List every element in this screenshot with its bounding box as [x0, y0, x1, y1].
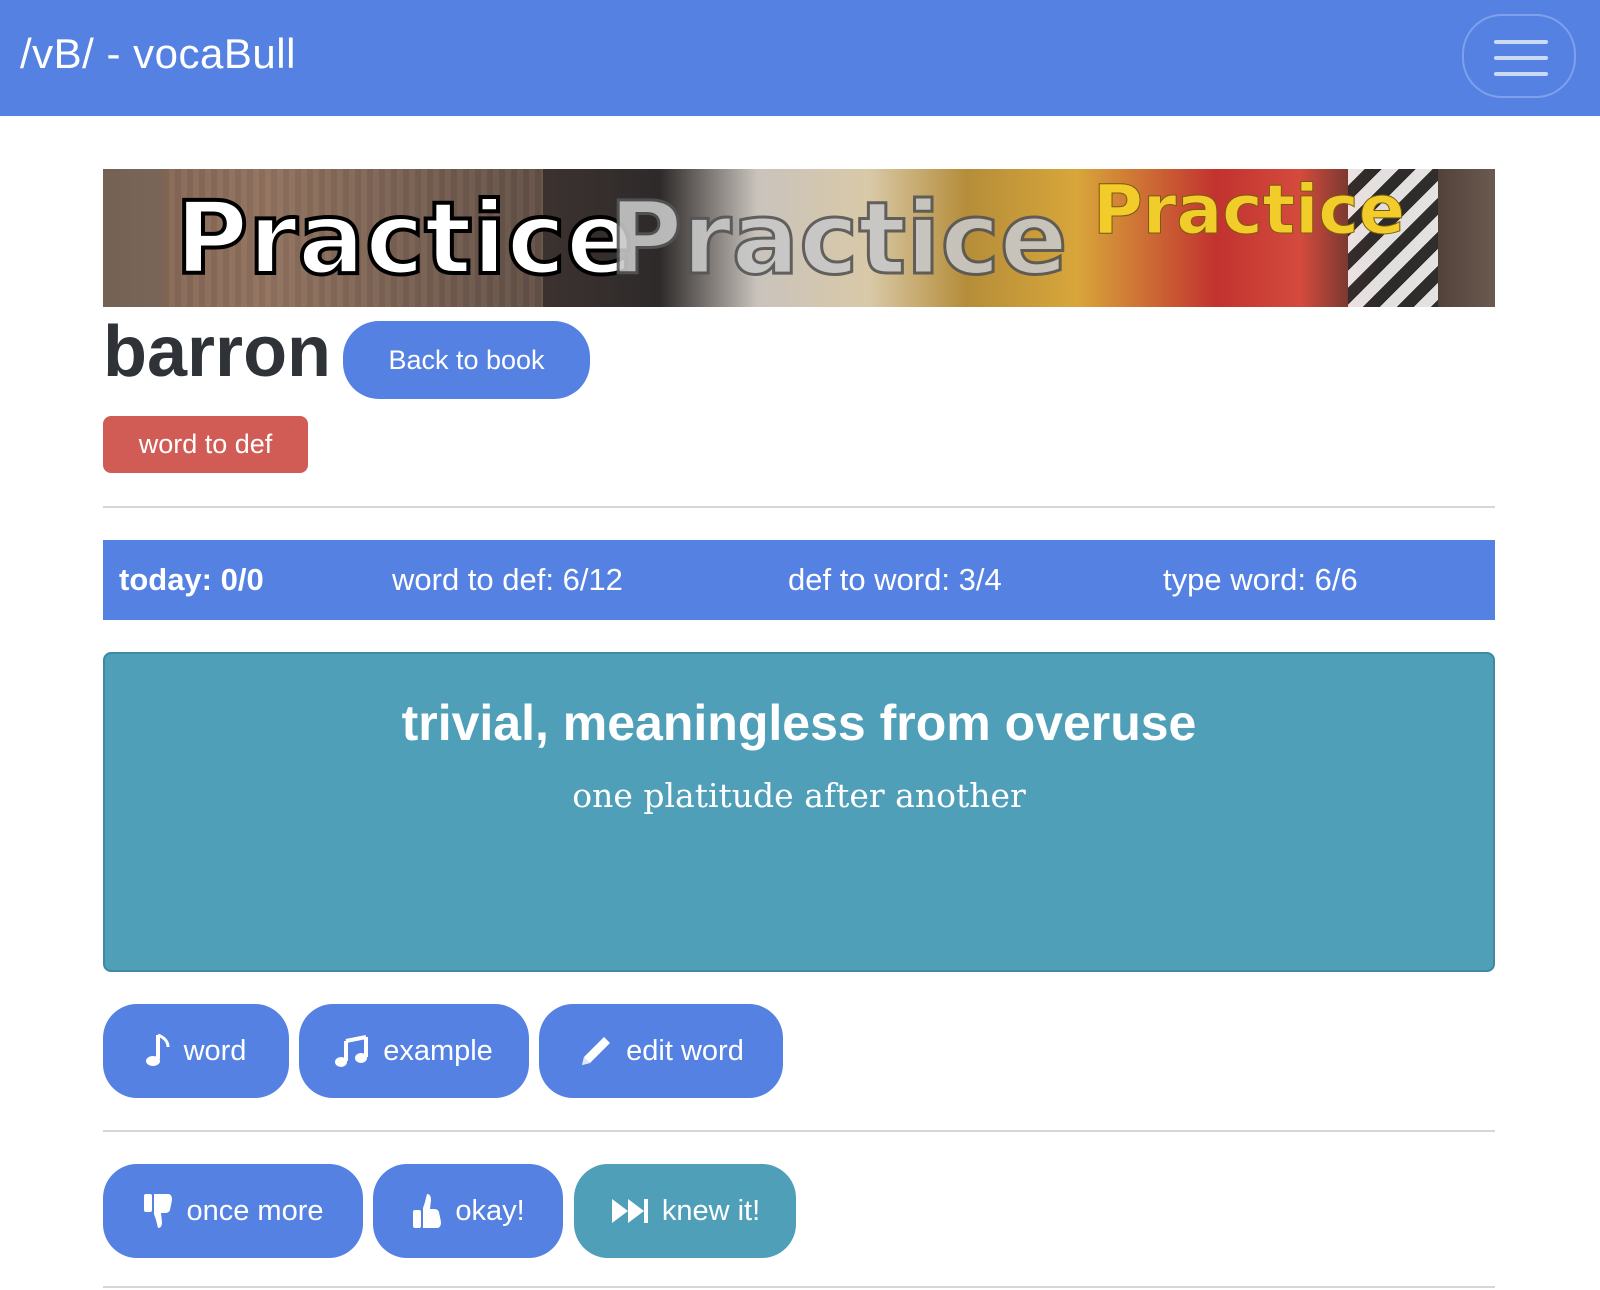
play-example-button[interactable]: example — [299, 1004, 529, 1098]
navbar: /vB/ - vocaBull — [0, 0, 1600, 116]
divider — [103, 1286, 1495, 1288]
divider — [103, 1130, 1495, 1132]
stat-word-to-def: word to def: 6/12 — [392, 562, 623, 597]
okay-label: okay! — [455, 1194, 525, 1227]
example-text: one platitude after another — [572, 776, 1026, 815]
hamburger-icon — [1494, 40, 1548, 44]
banner-word: Practice — [173, 180, 636, 297]
play-word-label: word — [183, 1034, 247, 1067]
thumbs-down-icon — [144, 1194, 173, 1228]
stat-type-word: type word: 6/6 — [1163, 562, 1358, 597]
divider — [103, 506, 1495, 508]
word-title: barron — [103, 312, 332, 392]
flashcard[interactable]: trivial, meaningless from overuse one pl… — [103, 652, 1495, 972]
pencil-icon — [582, 1037, 611, 1065]
music-note-icon — [145, 1033, 170, 1066]
banner-word: Practice — [608, 180, 1070, 297]
thumbs-up-icon — [413, 1194, 442, 1228]
knew-it-label: knew it! — [661, 1194, 761, 1227]
play-word-button[interactable]: word — [103, 1004, 289, 1098]
skip-forward-icon — [611, 1199, 648, 1223]
back-to-book-button[interactable]: Back to book — [343, 321, 590, 399]
stat-today: today: 0/0 — [119, 562, 264, 597]
stats-bar: today: 0/0 word to def: 6/12 def to word… — [103, 540, 1495, 620]
brand-link[interactable]: /vB/ - vocaBull — [20, 30, 296, 78]
mode-badge: word to def — [103, 416, 308, 473]
once-more-label: once more — [186, 1194, 324, 1227]
music-notes-icon — [335, 1035, 369, 1067]
once-more-button[interactable]: once more — [103, 1164, 363, 1258]
banner-word: Practice — [1093, 171, 1406, 250]
edit-word-label: edit word — [626, 1034, 744, 1067]
play-example-label: example — [383, 1034, 493, 1067]
practice-banner-image: Practice Practice Practice — [103, 169, 1495, 307]
knew-it-button[interactable]: knew it! — [574, 1164, 796, 1258]
definition-text: trivial, meaningless from overuse — [401, 695, 1197, 751]
okay-button[interactable]: okay! — [373, 1164, 563, 1258]
stat-def-to-word: def to word: 3/4 — [788, 562, 1002, 597]
menu-toggle-button[interactable] — [1462, 14, 1576, 98]
edit-word-button[interactable]: edit word — [539, 1004, 783, 1098]
